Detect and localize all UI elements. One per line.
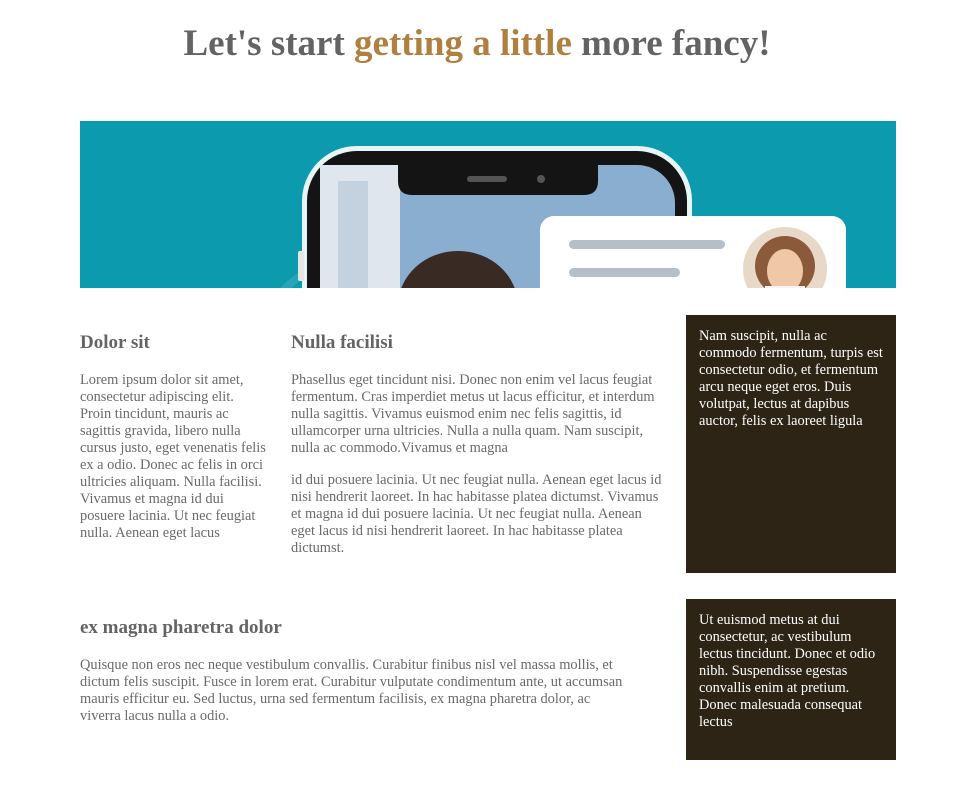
phone-illustration-icon bbox=[80, 121, 896, 288]
sidebar-box-1-text: Nam suscipit, nulla ac commodo fermentum… bbox=[699, 328, 883, 429]
section2-heading: ex magna pharetra dolor bbox=[80, 617, 282, 638]
hero-banner bbox=[80, 121, 896, 288]
sidebar-box-2-text: Ut euismod metus at dui consectetur, ac … bbox=[699, 612, 876, 730]
col2-paragraph-2: id dui posuere lacinia. Ut nec feugiat n… bbox=[291, 472, 662, 556]
sidebar-box-2: Ut euismod metus at dui consectetur, ac … bbox=[686, 599, 896, 760]
title-part-1: Let's start bbox=[183, 23, 355, 64]
col2-heading: Nulla facilisi bbox=[291, 332, 393, 353]
page-title: Let's start getting a little more fancy! bbox=[0, 22, 954, 65]
col1-text: Lorem ipsum dolor sit amet, consectetur … bbox=[80, 372, 266, 541]
sidebar-box-1: Nam suscipit, nulla ac commodo fermentum… bbox=[686, 315, 896, 573]
col2-paragraph-1: Phasellus eget tincidunt nisi. Donec non… bbox=[291, 372, 655, 456]
col1-heading: Dolor sit bbox=[80, 332, 150, 353]
title-accent: getting a little bbox=[354, 23, 572, 64]
title-part-2: more fancy! bbox=[571, 23, 771, 64]
section2-text: Quisque non eros nec neque vestibulum co… bbox=[80, 657, 623, 724]
